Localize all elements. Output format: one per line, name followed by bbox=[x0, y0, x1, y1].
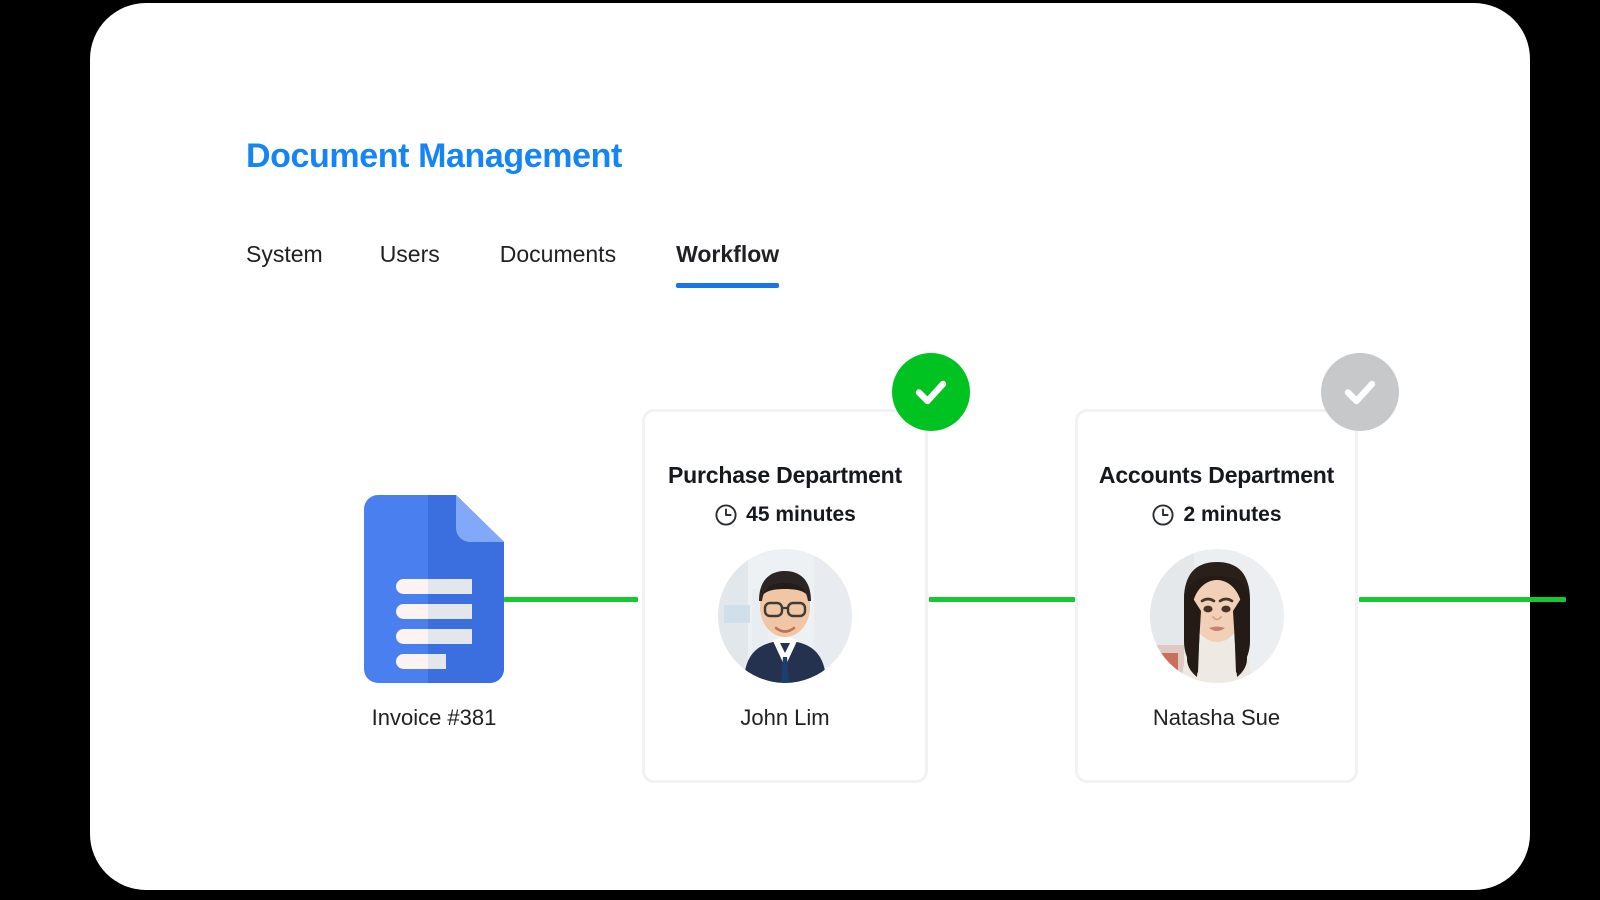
avatar-natasha-sue bbox=[1149, 549, 1284, 683]
tab-label: Workflow bbox=[676, 241, 780, 267]
workflow-document-node[interactable]: Invoice #381 bbox=[356, 495, 512, 731]
tab-active-underline bbox=[676, 283, 780, 288]
status-badge-purchase-complete[interactable] bbox=[892, 353, 970, 431]
workflow-step-card-purchase[interactable]: Purchase Department 45 minutes John Lim bbox=[642, 409, 928, 783]
tab-label: System bbox=[246, 241, 323, 267]
tab-system[interactable]: System bbox=[246, 241, 323, 288]
tab-bar: System Users Documents Workflow bbox=[246, 241, 780, 288]
assignee-name: John Lim bbox=[740, 705, 830, 730]
document-caption: Invoice #381 bbox=[371, 705, 497, 730]
connector-line-document-to-purchase bbox=[504, 597, 638, 602]
step-duration-text: 2 minutes bbox=[1183, 503, 1282, 526]
step-title: Purchase Department bbox=[668, 462, 902, 488]
step-duration: 2 minutes bbox=[1078, 503, 1355, 527]
step-title: Accounts Department bbox=[1098, 462, 1335, 488]
avatar-john-lim bbox=[718, 549, 852, 683]
step-duration: 45 minutes bbox=[645, 503, 925, 527]
assignee-name: Natasha Sue bbox=[1152, 705, 1281, 730]
tab-documents[interactable]: Documents bbox=[500, 241, 616, 288]
tab-label: Documents bbox=[499, 241, 617, 267]
clock-icon bbox=[715, 504, 737, 526]
connector-line-accounts-to-next bbox=[1359, 597, 1566, 602]
tab-workflow[interactable]: Workflow bbox=[676, 241, 780, 288]
workflow-step-card-accounts[interactable]: Accounts Department 2 minutes Natasha Su… bbox=[1075, 409, 1358, 783]
document-icon bbox=[364, 495, 504, 683]
connector-line-purchase-to-accounts bbox=[929, 597, 1075, 602]
tab-label: Users bbox=[379, 241, 440, 267]
clock-icon bbox=[1152, 504, 1175, 526]
check-circle-icon bbox=[915, 380, 947, 405]
tab-users[interactable]: Users bbox=[380, 241, 440, 288]
status-badge-accounts-pending[interactable] bbox=[1321, 353, 1399, 431]
step-duration-text: 45 minutes bbox=[746, 503, 856, 526]
check-circle-icon bbox=[1344, 380, 1376, 405]
page-title: Document Management bbox=[246, 137, 622, 175]
